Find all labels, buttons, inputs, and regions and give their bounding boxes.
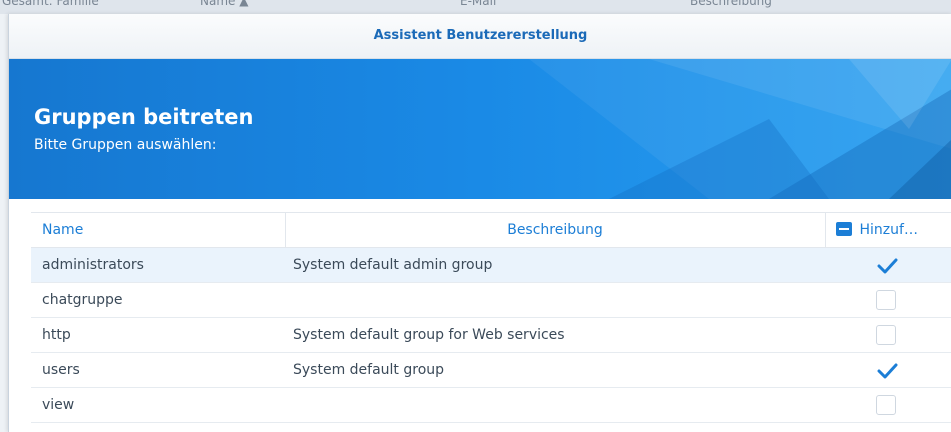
group-description-cell: System default admin group [285, 247, 825, 283]
group-name-cell: view [31, 387, 285, 423]
group-name-cell: administrators [31, 247, 285, 283]
banner-title: Gruppen beitreten [34, 105, 254, 129]
table-row[interactable]: users System default group [31, 352, 951, 388]
user-creation-wizard-dialog: Assistent Benutzererstellung Gruppen bei… [8, 14, 951, 432]
table-row[interactable]: view [31, 387, 951, 423]
add-cell [825, 247, 951, 283]
add-cell [825, 282, 951, 318]
toggle-all-checkbox[interactable] [835, 222, 852, 236]
add-cell [825, 317, 951, 353]
table-row[interactable]: administrators System default admin group [31, 247, 951, 283]
add-checkbox-checked[interactable] [876, 255, 898, 275]
checkmark-icon [877, 363, 898, 379]
background-fragment: E-Mail [460, 0, 497, 8]
group-description-cell: System default group for Web services [285, 317, 825, 353]
wizard-banner: Gruppen beitreten Bitte Gruppen auswähle… [9, 59, 951, 199]
groups-table: Name Beschreibung Hinzuf… administrators… [31, 212, 951, 423]
column-header-name[interactable]: Name [31, 212, 286, 248]
checkmark-icon [877, 258, 898, 274]
add-cell [825, 352, 951, 388]
add-checkbox[interactable] [876, 325, 896, 345]
background-app-header: Gesamt: Familie Name ▲ E-Mail Beschreibu… [0, 0, 951, 14]
background-fragment: Gesamt: Familie [2, 0, 99, 8]
banner-decoration [529, 59, 951, 199]
group-name-cell: chatgruppe [31, 282, 285, 318]
group-name-cell: users [31, 352, 285, 388]
add-checkbox[interactable] [876, 290, 896, 310]
column-header-add-label: Hinzuf… [859, 222, 918, 238]
column-header-description[interactable]: Beschreibung [285, 212, 826, 248]
add-cell [825, 387, 951, 423]
table-header-row: Name Beschreibung Hinzuf… [31, 212, 951, 248]
column-header-add[interactable]: Hinzuf… [825, 212, 951, 248]
group-description-cell [285, 387, 825, 423]
group-name-cell: http [31, 317, 285, 353]
banner-subtitle: Bitte Gruppen auswählen: [34, 137, 217, 153]
dialog-title: Assistent Benutzererstellung [9, 14, 951, 59]
table-row[interactable]: chatgruppe [31, 282, 951, 318]
group-description-cell [285, 282, 825, 318]
groups-table-wrap: Name Beschreibung Hinzuf… administrators… [31, 212, 951, 423]
background-fragment: Name ▲ [200, 0, 249, 8]
add-checkbox-checked[interactable] [876, 360, 898, 380]
add-checkbox[interactable] [876, 395, 896, 415]
background-fragment: Beschreibung [690, 0, 772, 8]
table-row[interactable]: http System default group for Web service… [31, 317, 951, 353]
group-description-cell: System default group [285, 352, 825, 388]
